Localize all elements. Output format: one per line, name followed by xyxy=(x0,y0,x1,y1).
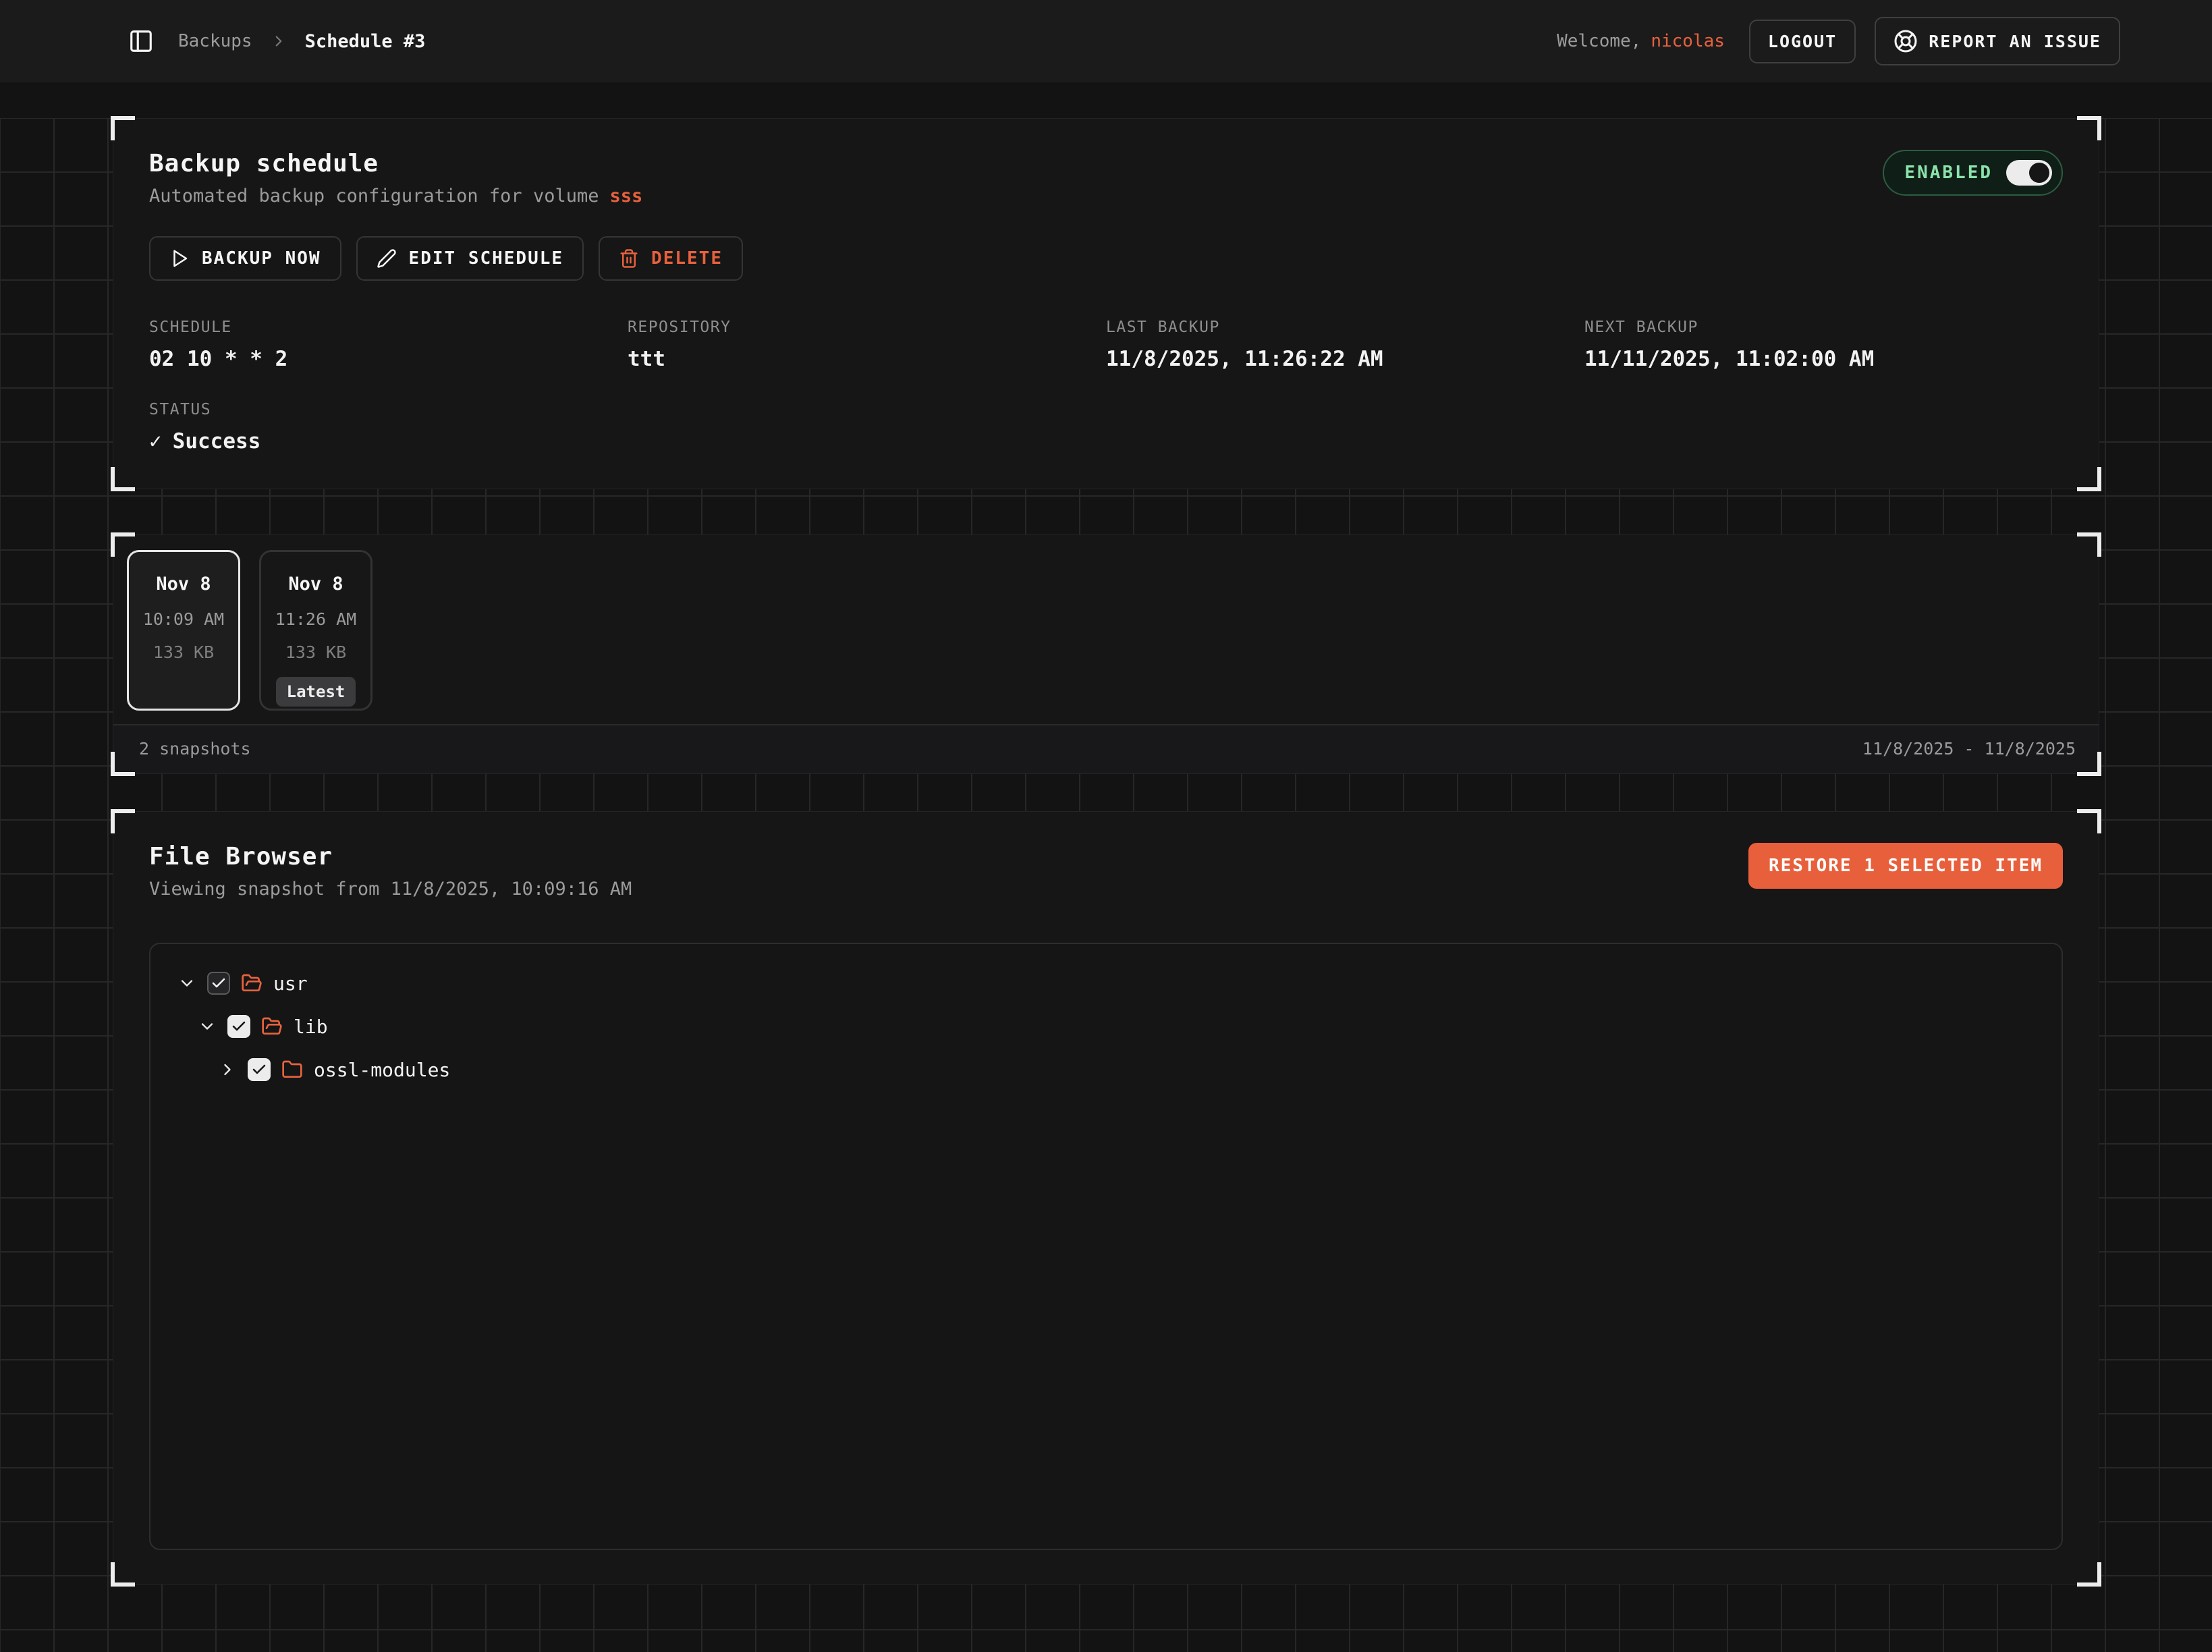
breadcrumb-current: Schedule #3 xyxy=(305,31,426,52)
status-value: ✓ Success xyxy=(149,429,628,453)
chevron-right-icon[interactable] xyxy=(218,1060,237,1079)
enabled-label: ENABLED xyxy=(1904,163,1993,183)
backup-now-label: BACKUP NOW xyxy=(202,248,321,269)
tree-item-name: usr xyxy=(273,972,308,995)
status-text: Success xyxy=(173,429,261,453)
checkbox-usr[interactable] xyxy=(207,972,230,995)
breadcrumb: Backups Schedule #3 xyxy=(178,31,425,52)
username: nicolas xyxy=(1651,31,1725,51)
field-label: REPOSITORY xyxy=(628,319,1106,336)
tree-row-ossl-modules[interactable]: ossl-modules xyxy=(167,1048,2045,1091)
corner-bracket xyxy=(111,532,135,557)
edit-schedule-label: EDIT SCHEDULE xyxy=(409,248,564,269)
snapshot-date: Nov 8 xyxy=(261,574,370,595)
corner-bracket xyxy=(2077,752,2101,776)
logout-button[interactable]: LOGOUT xyxy=(1749,20,1856,63)
volume-name: sss xyxy=(609,186,642,206)
field-next-backup: NEXT BACKUP 11/11/2025, 11:02:00 AM xyxy=(1584,319,2063,371)
chevron-right-icon xyxy=(270,32,287,50)
corner-bracket xyxy=(111,809,135,833)
field-value: 02 10 * * 2 xyxy=(149,347,628,371)
corner-bracket xyxy=(111,1562,135,1587)
chevron-down-icon[interactable] xyxy=(177,974,196,993)
corner-bracket xyxy=(2077,532,2101,557)
field-value: ttt xyxy=(628,347,1106,371)
snapshot-tile-latest[interactable]: Nov 8 11:26 AM 133 KB Latest xyxy=(259,550,372,711)
field-label: STATUS xyxy=(149,401,628,418)
backup-schedule-card: Backup schedule Automated backup configu… xyxy=(113,118,2099,489)
backup-now-button[interactable]: BACKUP NOW xyxy=(149,236,341,281)
snapshot-date-range: 11/8/2025 - 11/8/2025 xyxy=(1862,739,2076,759)
trash-icon xyxy=(619,248,639,269)
tree-row-lib[interactable]: lib xyxy=(167,1005,2045,1048)
pencil-icon xyxy=(377,248,397,269)
enabled-toggle-pill[interactable]: ENABLED xyxy=(1883,150,2063,196)
panel-left-icon xyxy=(128,28,154,54)
field-label: SCHEDULE xyxy=(149,319,628,336)
report-issue-label: REPORT AN ISSUE xyxy=(1929,32,2101,51)
latest-badge: Latest xyxy=(276,677,356,707)
corner-bracket xyxy=(2077,1562,2101,1587)
logout-label: LOGOUT xyxy=(1768,32,1837,51)
field-value: 11/8/2025, 11:26:22 AM xyxy=(1106,347,1584,371)
tree-item-name: ossl-modules xyxy=(314,1059,450,1081)
corner-bracket xyxy=(111,467,135,491)
corner-bracket xyxy=(2077,467,2101,491)
snapshot-tile-selected[interactable]: Nov 8 10:09 AM 133 KB xyxy=(127,550,240,711)
welcome-text: Welcome, nicolas xyxy=(1557,31,1725,51)
page-background-grid: Backup schedule Automated backup configu… xyxy=(0,118,2212,1652)
file-tree-panel: usr lib xyxy=(149,943,2063,1550)
field-repository: REPOSITORY ttt xyxy=(628,319,1106,371)
file-browser-card: File Browser Viewing snapshot from 11/8/… xyxy=(113,811,2099,1585)
snapshots-card: Nov 8 10:09 AM 133 KB Nov 8 11:26 AM 133… xyxy=(113,534,2099,774)
corner-bracket xyxy=(111,752,135,776)
corner-bracket xyxy=(2077,809,2101,833)
tree-row-usr[interactable]: usr xyxy=(167,962,2045,1005)
file-browser-subtitle: Viewing snapshot from 11/8/2025, 10:09:1… xyxy=(149,879,632,900)
play-icon xyxy=(169,248,190,269)
snapshot-time: 10:09 AM xyxy=(129,609,238,629)
snapshot-size: 133 KB xyxy=(129,642,238,662)
breadcrumb-parent[interactable]: Backups xyxy=(178,31,252,51)
folder-open-icon xyxy=(241,972,262,994)
report-issue-button[interactable]: REPORT AN ISSUE xyxy=(1875,17,2120,65)
edit-schedule-button[interactable]: EDIT SCHEDULE xyxy=(356,236,584,281)
snapshot-time: 11:26 AM xyxy=(261,609,370,629)
enabled-switch[interactable] xyxy=(2006,160,2052,186)
checkbox-ossl-modules[interactable] xyxy=(248,1058,271,1081)
restore-selected-button[interactable]: RESTORE 1 SELECTED ITEM xyxy=(1748,843,2063,889)
topbar: Backups Schedule #3 Welcome, nicolas LOGO… xyxy=(0,0,2212,82)
life-buoy-icon xyxy=(1893,29,1918,53)
chevron-down-icon[interactable] xyxy=(198,1017,217,1036)
snapshot-size: 133 KB xyxy=(261,642,370,662)
check-icon: ✓ xyxy=(149,429,162,453)
checkbox-lib[interactable] xyxy=(227,1015,250,1038)
schedule-card-subtitle: Automated backup configuration for volum… xyxy=(149,186,642,206)
switch-knob xyxy=(2029,163,2049,183)
sidebar-toggle-button[interactable] xyxy=(128,28,154,54)
snapshot-count: 2 snapshots xyxy=(139,739,251,759)
field-schedule: SCHEDULE 02 10 * * 2 xyxy=(149,319,628,371)
field-status: STATUS ✓ Success xyxy=(149,401,628,453)
field-value: 11/11/2025, 11:02:00 AM xyxy=(1584,347,2063,371)
field-label: LAST BACKUP xyxy=(1106,319,1584,336)
folder-open-icon xyxy=(261,1016,283,1037)
tree-item-name: lib xyxy=(294,1016,328,1038)
subtitle-prefix: Automated backup configuration for volum… xyxy=(149,186,599,206)
folder-icon xyxy=(281,1059,303,1080)
delete-button[interactable]: DELETE xyxy=(599,236,743,281)
welcome-prefix: Welcome, xyxy=(1557,31,1641,51)
corner-bracket xyxy=(2077,116,2101,140)
schedule-card-title: Backup schedule xyxy=(149,150,642,177)
field-last-backup: LAST BACKUP 11/8/2025, 11:26:22 AM xyxy=(1106,319,1584,371)
corner-bracket xyxy=(111,116,135,140)
file-browser-title: File Browser xyxy=(149,843,632,871)
delete-label: DELETE xyxy=(651,248,723,269)
snapshot-date: Nov 8 xyxy=(129,574,238,595)
field-label: NEXT BACKUP xyxy=(1584,319,2063,336)
